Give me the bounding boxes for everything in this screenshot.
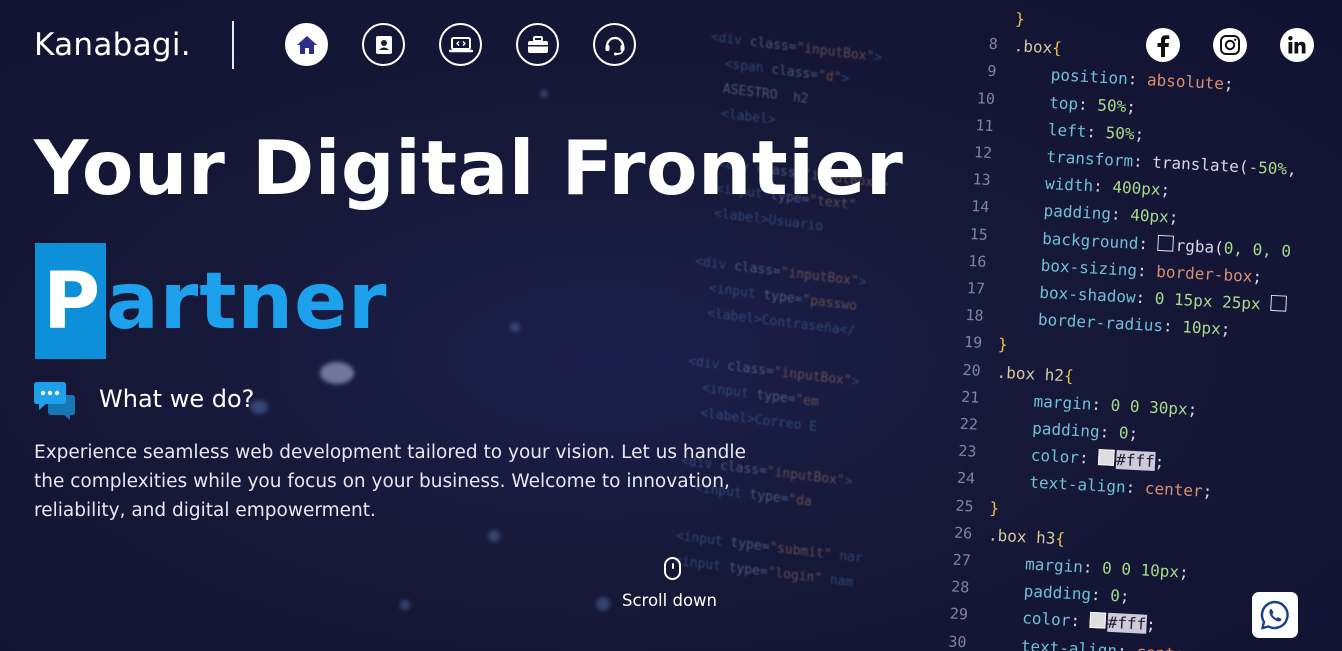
hero-headline: Your Digital Frontier bbox=[34, 124, 904, 212]
briefcase-icon bbox=[527, 35, 548, 53]
hero-highlight-rest: artner bbox=[106, 257, 388, 347]
linkedin-link[interactable] bbox=[1280, 28, 1314, 62]
contact-book-icon bbox=[375, 35, 392, 54]
hero-description: Experience seamless web development tail… bbox=[34, 442, 746, 521]
hero-highlight-word: Partner bbox=[35, 243, 387, 359]
facebook-icon bbox=[1157, 35, 1170, 57]
laptop-code-icon bbox=[448, 36, 473, 52]
code-text: } .box{ position: absolute; top: 50%; le… bbox=[981, 9, 1298, 651]
scroll-down-link[interactable]: Scroll down bbox=[622, 591, 717, 610]
nav-home-button[interactable] bbox=[285, 23, 328, 66]
home-icon bbox=[296, 35, 317, 54]
background-code-blurred: <div class="inputBox"> <span class="d"> … bbox=[673, 29, 890, 591]
background-code-editor: 8 9 10 11 12 13 14 15 16 17 18 19 20 21 … bbox=[884, 0, 1341, 651]
section-title: What we do? bbox=[99, 385, 255, 413]
whatsapp-button[interactable] bbox=[1252, 592, 1298, 638]
nav-services-button[interactable] bbox=[439, 23, 482, 66]
hero-section: <div class="inputBox"> <span class="d"> … bbox=[0, 0, 1342, 651]
instagram-link[interactable] bbox=[1213, 28, 1247, 62]
chat-bubbles-icon bbox=[34, 382, 75, 420]
facebook-link[interactable] bbox=[1146, 28, 1180, 62]
headset-icon bbox=[605, 36, 624, 55]
nav-about-button[interactable] bbox=[362, 23, 405, 66]
header-divider bbox=[232, 21, 234, 69]
nav-portfolio-button[interactable] bbox=[516, 23, 559, 66]
brand-logo[interactable]: Kanabagi. bbox=[34, 27, 191, 63]
linkedin-icon bbox=[1288, 36, 1306, 54]
whatsapp-icon bbox=[1260, 600, 1289, 630]
mouse-scroll-icon[interactable] bbox=[664, 557, 681, 580]
nav-contact-button[interactable] bbox=[593, 23, 636, 66]
line-numbers: 8 9 10 11 12 13 14 15 16 17 18 19 20 21 … bbox=[947, 8, 1000, 651]
hero-highlight-first-letter: P bbox=[35, 243, 107, 359]
instagram-icon bbox=[1220, 35, 1240, 55]
